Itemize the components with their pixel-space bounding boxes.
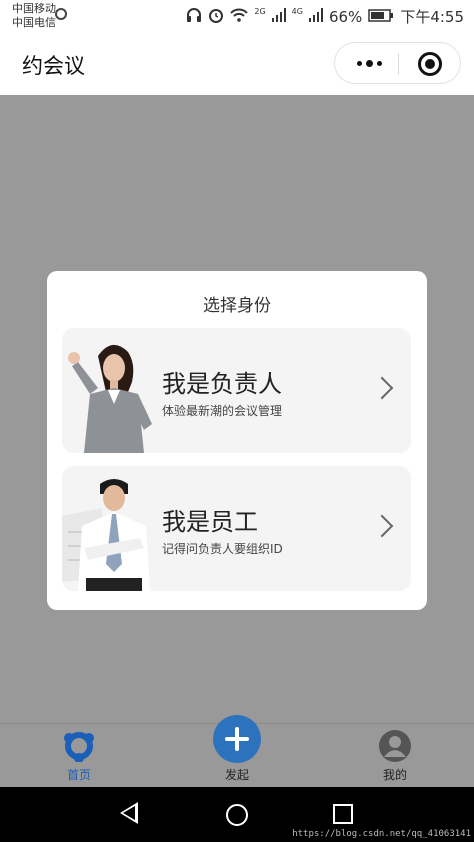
signal-bars-icon <box>308 7 323 26</box>
option-title: 我是负责人 <box>162 370 282 398</box>
system-nav-bar: https://blog.csdn.net/qq_41063141 <box>0 787 474 842</box>
chevron-right-icon <box>370 376 394 400</box>
headphone-icon <box>186 7 202 26</box>
identity-modal: 选择身份 我是负责人 体验最新潮的会议管理 我是员工 记得问负责人要组织ID <box>47 271 427 610</box>
share-network-icon <box>64 732 94 762</box>
wifi-icon <box>230 8 249 26</box>
status-bar: 中国移动 中国电信 2G 4G 66% 下午4:55 <box>0 0 474 32</box>
navigation-bar: 约会议 <box>0 32 474 95</box>
tab-label: 首页 <box>66 768 91 782</box>
clock: 下午4:55 <box>400 8 464 26</box>
close-miniprogram-icon[interactable] <box>418 52 442 76</box>
manager-photo <box>62 328 160 453</box>
tab-mine[interactable]: 我的 <box>345 724 445 788</box>
back-triangle-icon[interactable] <box>120 802 138 824</box>
option-manager-card[interactable]: 我是负责人 体验最新潮的会议管理 <box>62 328 411 453</box>
option-subtitle: 记得问负责人要组织ID <box>162 542 283 556</box>
option-employee-card[interactable]: 我是员工 记得问负责人要组织ID <box>62 466 411 591</box>
status-indicators: 2G 4G 66% 下午4:55 <box>186 6 464 27</box>
add-meeting-button[interactable] <box>213 715 261 763</box>
tab-home[interactable]: 首页 <box>29 724 129 788</box>
carrier-2-label: 中国电信 <box>12 16 56 29</box>
watermark-text: https://blog.csdn.net/qq_41063141 <box>292 829 471 839</box>
battery-icon <box>368 8 394 26</box>
chevron-right-icon <box>370 514 394 538</box>
home-circle-icon[interactable] <box>226 804 248 826</box>
hd-call-icon <box>55 8 67 20</box>
user-avatar-icon <box>379 730 411 762</box>
signal-4g-icon: 4G <box>291 7 303 16</box>
recent-apps-icon[interactable] <box>333 804 353 824</box>
modal-title: 选择身份 <box>203 296 271 316</box>
battery-percent: 66% <box>328 7 363 26</box>
carrier-info: 中国移动 中国电信 <box>12 2 56 30</box>
page-title: 约会议 <box>22 54 85 78</box>
signal-bars-icon <box>271 7 286 26</box>
option-title: 我是员工 <box>162 508 258 536</box>
mini-program-capsule <box>334 42 461 84</box>
carrier-1-label: 中国移动 <box>12 2 56 15</box>
employee-photo <box>62 466 160 591</box>
capsule-divider <box>398 53 399 75</box>
tab-label: 发起 <box>224 768 249 782</box>
tab-label: 我的 <box>382 768 407 782</box>
signal-2g-icon: 2G <box>254 7 266 16</box>
more-options-icon[interactable] <box>353 51 385 75</box>
option-subtitle: 体验最新潮的会议管理 <box>162 404 283 418</box>
alarm-icon <box>208 7 224 27</box>
